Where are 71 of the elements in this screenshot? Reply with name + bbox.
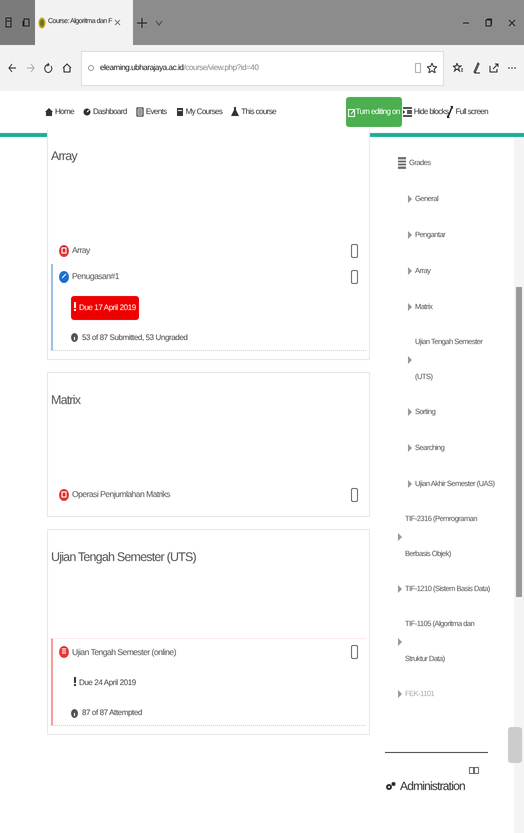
activity-info-text: 53 of 87 Submitted, 53 Ungraded [82,332,188,344]
file-icon [59,244,69,257]
assignment-icon [59,270,69,283]
file-icon [59,488,69,500]
site-logo-icon [38,16,46,28]
indent-icon [402,107,412,117]
info-icon [88,63,94,73]
gauge-icon [82,107,91,117]
due-date-label: Due 17 April 2019 [71,296,139,320]
caret-right-icon [398,585,402,593]
chevron-down-icon[interactable] [155,20,163,26]
completion-checkbox[interactable] [351,270,358,284]
caret-right-icon [408,195,412,203]
table-icon [398,157,406,169]
caret-right-icon [398,690,402,698]
info-icon [71,333,78,342]
new-tab-icon[interactable] [137,18,147,28]
minimize-icon[interactable] [463,22,469,24]
home-icon [45,107,53,117]
refresh-icon[interactable] [44,62,53,74]
activity-info-text: 87 of 87 Attempted [82,707,142,720]
nav-link[interactable]: This course [231,106,276,118]
close-icon[interactable] [508,18,516,26]
expand-arrows-icon [447,106,454,118]
activity-link[interactable]: Array [72,244,90,258]
edit-icon [348,108,355,116]
caret-right-icon [408,480,412,488]
activity-link[interactable]: Operasi Penjumlahan Matriks [72,488,170,501]
restore-icon[interactable] [485,18,492,27]
nav-link[interactable]: My Courses [176,106,222,118]
nav-link[interactable]: Home [45,106,74,118]
block-title: Administration [385,777,465,795]
caret-right-icon [408,267,412,275]
tabs-aside-icon[interactable] [22,18,30,27]
section-title: Matrix [51,392,82,409]
flask-icon [231,107,240,117]
dock-icon[interactable] [468,767,479,774]
caret-right-icon [408,231,412,239]
section-title: Ujian Tengah Semester (UTS) [51,548,197,566]
scrollbar-thumb[interactable] [516,287,522,597]
list-icon [59,646,69,658]
pen-icon[interactable] [472,62,480,74]
calendar-icon [136,107,144,117]
favorites-icon[interactable] [453,63,463,73]
tab-list-icon[interactable] [5,17,12,28]
star-icon[interactable] [427,63,437,73]
due-date-label: Due 24 April 2019 [71,671,139,696]
back-icon[interactable] [8,63,17,73]
hide-blocks-link[interactable]: Hide blocks [402,106,448,118]
close-icon[interactable] [114,19,121,26]
completion-checkbox[interactable] [351,645,358,660]
section-title: Array [51,148,78,165]
address-field[interactable]: elearning.ubharajaya.ac.id/course/view.php?id=40 [81,50,444,86]
url-text: elearning.ubharajaya.ac.id/course/view.php?id=40 [100,62,258,74]
caret-right-icon [398,532,402,540]
caret-right-icon [408,303,412,311]
caret-right-icon [398,638,402,646]
completion-checkbox[interactable] [351,244,358,258]
caret-right-icon [408,444,412,452]
nav-link[interactable]: Dashboard [82,106,127,118]
activity-link[interactable]: Penugasan#1 [72,270,119,284]
nav-link[interactable]: Events [136,106,167,118]
activity-link[interactable]: Ujian Tengah Semester (online) [72,646,176,659]
info-icon [71,708,78,718]
caret-right-icon [408,356,412,364]
caret-right-icon [408,408,412,416]
completion-checkbox[interactable] [351,488,358,502]
gears-icon [385,780,396,792]
share-icon[interactable] [489,63,499,73]
home-icon[interactable] [62,63,72,73]
archive-icon [176,107,184,117]
